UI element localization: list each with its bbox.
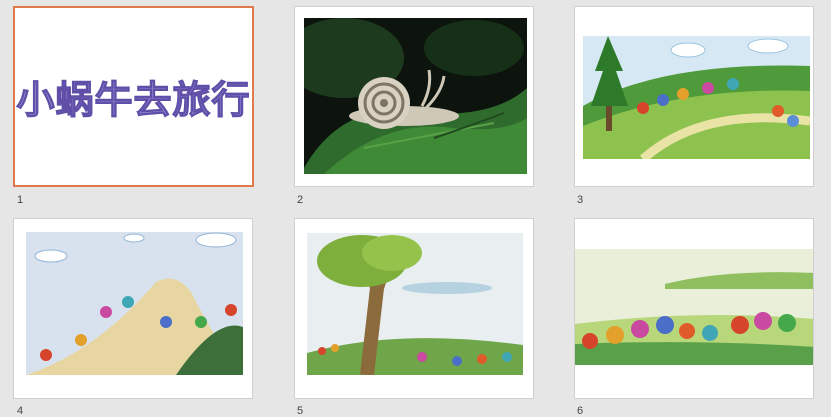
slide-title-text: 小蜗牛去旅行 [16, 77, 251, 122]
colorful-snails-image [575, 249, 813, 365]
slide-thumbnail-6[interactable] [574, 218, 814, 399]
slide-thumbnail-3[interactable] [574, 6, 814, 187]
slide-number-5: 5 [297, 405, 304, 417]
slide-number-4: 4 [17, 405, 24, 417]
slide-number-6: 6 [577, 405, 584, 417]
snails-on-hill-image [583, 36, 810, 159]
snails-climbing-image [26, 232, 243, 375]
slide-thumbnail-5[interactable] [294, 218, 534, 399]
slide-thumbnail-2[interactable] [294, 6, 534, 187]
slide-thumbnail-1[interactable]: 小蜗牛去旅行 [13, 6, 254, 187]
slide-number-1: 1 [17, 194, 24, 206]
slide-number-3: 3 [577, 194, 584, 206]
slide-number-2: 2 [297, 194, 304, 206]
tree-and-snails-image [307, 233, 523, 375]
snail-on-leaf-image [304, 18, 527, 174]
slide-thumbnail-4[interactable] [13, 218, 253, 399]
